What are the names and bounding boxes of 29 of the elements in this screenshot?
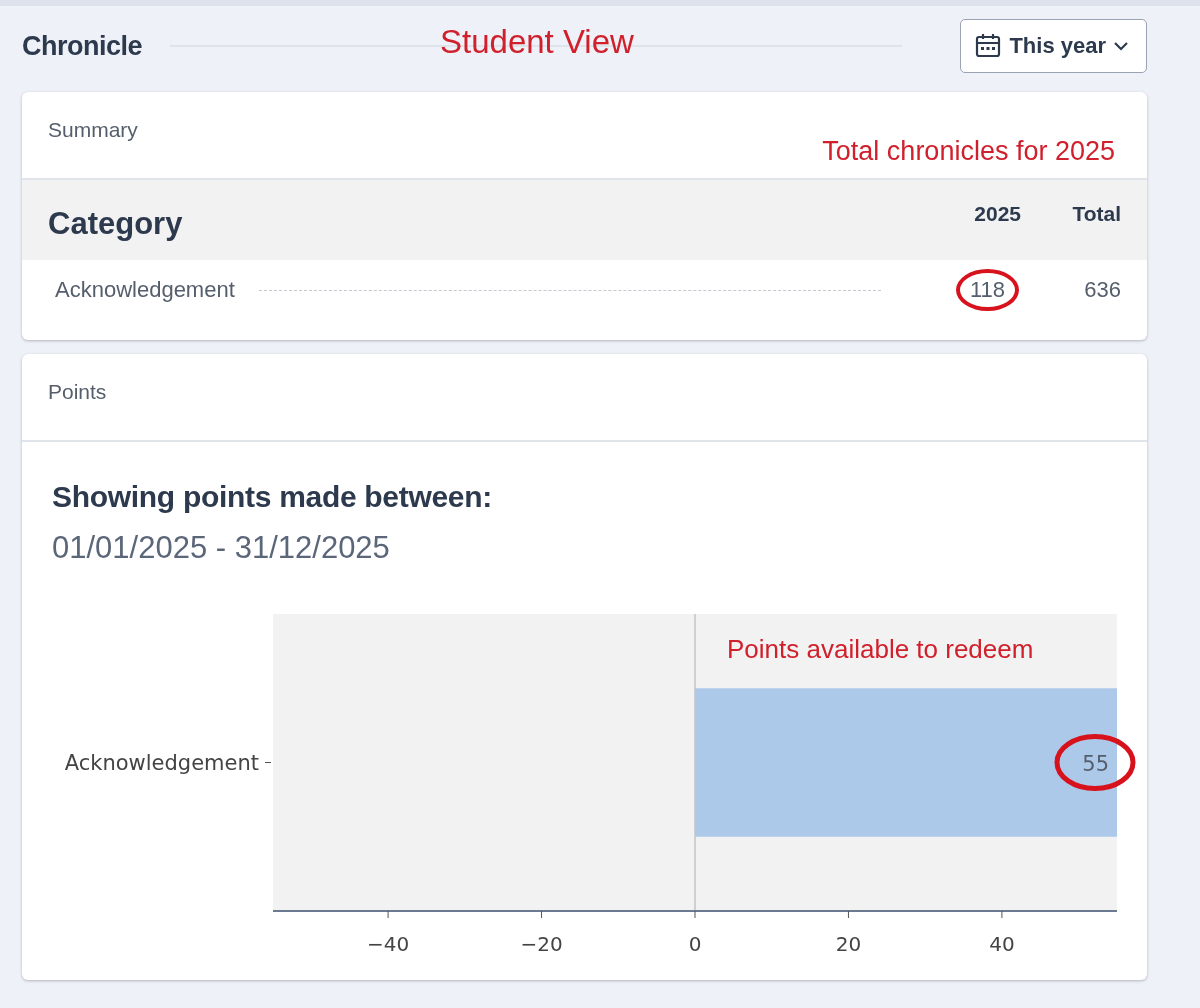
section-title: Chronicle xyxy=(22,30,143,62)
annotation-text: Student View xyxy=(440,23,634,61)
y-tick-label: Acknowledgement xyxy=(64,750,272,775)
column-header: Category xyxy=(48,206,184,242)
x-tick-label: 40 xyxy=(989,910,1015,956)
x-tick-label: −20 xyxy=(520,910,563,956)
column-header: 2025 xyxy=(973,202,1021,226)
card-title: Summary xyxy=(48,118,138,142)
chevron-down-icon xyxy=(1114,41,1128,51)
total-cell-text: 636 xyxy=(1083,277,1121,303)
date-range: 01/01/2025 - 31/12/2025 xyxy=(52,530,391,566)
x-tick-label: −20 xyxy=(520,932,563,956)
category-cell-text: Acknowledgement xyxy=(55,277,236,303)
circled-count-cell: 118 xyxy=(955,269,1019,311)
column-header: Total xyxy=(1071,202,1121,226)
x-tick-label: −40 xyxy=(367,910,410,956)
x-tick-label: 40 xyxy=(989,932,1015,956)
x-tick-label: 0 xyxy=(688,910,702,956)
chart-heading: Showing points made between: xyxy=(52,480,493,514)
x-tick-label: 20 xyxy=(835,932,862,956)
period-dropdown[interactable]: This year xyxy=(960,19,1147,73)
x-tick-label: 20 xyxy=(835,910,862,956)
bar-value-label: 55 xyxy=(1082,751,1109,776)
card-title: Points xyxy=(48,380,107,404)
annotation-text: Total chronicles for 2025 xyxy=(822,136,1115,167)
annotation-text: Points available to redeem xyxy=(727,634,1034,664)
x-tick-label: 0 xyxy=(688,932,702,956)
calendar-icon xyxy=(975,33,1002,59)
x-tick-label: −40 xyxy=(366,932,410,956)
